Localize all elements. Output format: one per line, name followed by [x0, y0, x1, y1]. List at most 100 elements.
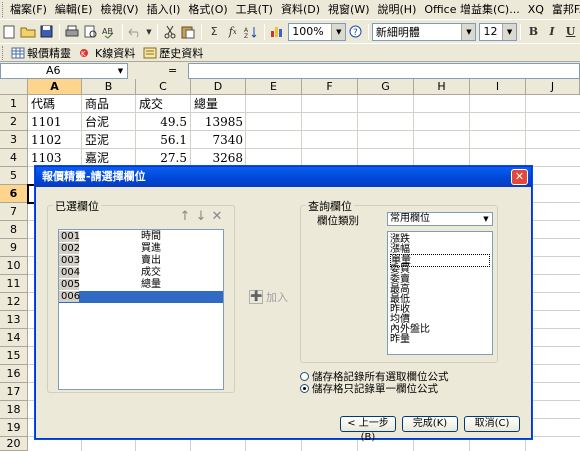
cell-a3[interactable]: 1102: [31, 131, 62, 149]
open-folder-icon[interactable]: [19, 22, 38, 42]
underline-button[interactable]: U: [561, 22, 580, 42]
save-icon[interactable]: [37, 22, 56, 42]
row-header[interactable]: 9: [0, 239, 28, 257]
sort-ascending-icon[interactable]: AZ: [242, 22, 261, 42]
selected-fields-list[interactable]: 001 時間 002 買進 003 賣出 004 成交 005 總量 006: [58, 229, 224, 390]
row-header[interactable]: 14: [0, 329, 28, 347]
back-button[interactable]: < 上一步(B): [340, 416, 396, 443]
row-header[interactable]: 20: [0, 437, 28, 451]
add-button[interactable]: ➕ 加入: [249, 289, 288, 305]
row-header[interactable]: 7: [0, 203, 28, 221]
print-preview-icon[interactable]: [81, 22, 100, 42]
quote-wizard-button[interactable]: 報價精靈: [7, 45, 75, 61]
available-fields-list[interactable]: 漲跌 漲幅 單量 委買 委賣 最高 最低 昨收 均價 內外盤比 昨量: [387, 231, 493, 355]
row-header[interactable]: 15: [0, 347, 28, 365]
cell-c3[interactable]: 56.1: [136, 131, 187, 149]
list-item[interactable]: 002 買進: [59, 243, 223, 255]
cancel-button[interactable]: 取消(C): [464, 416, 520, 432]
italic-button[interactable]: I: [543, 22, 562, 42]
list-item[interactable]: 昨量: [390, 334, 410, 345]
list-item[interactable]: 004 成交: [59, 267, 223, 279]
undo-icon[interactable]: [126, 22, 145, 42]
column-header-e[interactable]: E: [246, 79, 302, 95]
cell-d1[interactable]: 總量: [194, 95, 218, 113]
print-icon[interactable]: [63, 22, 82, 42]
row-header[interactable]: 19: [0, 419, 28, 437]
row-header[interactable]: 6: [0, 185, 28, 203]
cell-b3[interactable]: 亞泥: [85, 131, 109, 149]
chevron-down-icon[interactable]: ▼: [502, 23, 517, 40]
cut-icon[interactable]: [161, 22, 180, 42]
arrow-up-icon[interactable]: ↑: [177, 209, 193, 224]
cell-a2[interactable]: 1101: [31, 113, 62, 131]
font-size-select[interactable]: 12 ▼: [479, 22, 518, 41]
undo-dropdown-icon[interactable]: ▼: [144, 22, 153, 42]
dialog-title-bar[interactable]: 報價精靈-請選擇欄位 ✕: [36, 167, 531, 187]
list-item-selected[interactable]: 006: [59, 291, 223, 303]
delete-x-icon[interactable]: ✕: [209, 209, 225, 224]
radio-circle[interactable]: [300, 372, 309, 381]
chevron-down-icon[interactable]: ▼: [331, 23, 346, 40]
cell-c2[interactable]: 49.5: [136, 113, 187, 131]
spellcheck-icon[interactable]: AB: [100, 22, 119, 42]
arrow-down-icon[interactable]: ↓: [193, 209, 209, 224]
cell-a1[interactable]: 代碼: [31, 95, 55, 113]
chevron-down-icon[interactable]: ▼: [461, 23, 476, 40]
column-header-h[interactable]: H: [414, 79, 470, 95]
help-icon[interactable]: ?: [346, 22, 365, 42]
cell-b4[interactable]: 嘉泥: [85, 149, 109, 167]
cell-d4[interactable]: 3268: [191, 149, 243, 167]
row-header[interactable]: 11: [0, 275, 28, 293]
column-header-j[interactable]: J: [526, 79, 580, 95]
row-header[interactable]: 10: [0, 257, 28, 275]
menu-xq[interactable]: XQ: [524, 0, 548, 19]
list-item[interactable]: 003 賣出: [59, 255, 223, 267]
row-header[interactable]: 4: [0, 149, 28, 167]
menu-insert[interactable]: 插入(I): [143, 0, 185, 19]
row-header[interactable]: 13: [0, 311, 28, 329]
select-all-corner[interactable]: [0, 79, 28, 95]
chevron-down-icon[interactable]: ▼: [114, 64, 127, 78]
column-header-f[interactable]: F: [302, 79, 358, 95]
row-header[interactable]: 3: [0, 131, 28, 149]
column-header-i[interactable]: I: [470, 79, 526, 95]
menu-office-addins[interactable]: Office 增益集(C)...: [420, 0, 523, 19]
column-header-g[interactable]: G: [358, 79, 414, 95]
cell-c4[interactable]: 27.5: [136, 149, 187, 167]
list-item[interactable]: 001 時間: [59, 231, 223, 243]
column-header-d[interactable]: D: [191, 79, 246, 95]
menu-format[interactable]: 格式(O): [184, 0, 231, 19]
row-header[interactable]: 12: [0, 293, 28, 311]
cell-a4[interactable]: 1103: [31, 149, 62, 167]
zoom-select[interactable]: 100% ▼: [288, 22, 347, 41]
kline-data-button[interactable]: K K線資料: [75, 45, 139, 61]
menu-help[interactable]: 說明(H): [374, 0, 421, 19]
cell-d2[interactable]: 13985: [191, 113, 243, 131]
radio-circle-checked[interactable]: [300, 384, 309, 393]
column-header-b[interactable]: B: [82, 79, 136, 95]
autosum-icon[interactable]: Σ: [205, 22, 224, 42]
row-header[interactable]: 1: [0, 95, 28, 113]
cell-b2[interactable]: 台泥: [85, 113, 109, 131]
cell-b1[interactable]: 商品: [85, 95, 109, 113]
menu-edit[interactable]: 編輯(E): [51, 0, 97, 19]
menu-file[interactable]: 檔案(F): [6, 0, 51, 19]
formula-input[interactable]: [188, 63, 580, 79]
row-header[interactable]: 17: [0, 383, 28, 401]
function-icon[interactable]: fx: [223, 22, 242, 42]
chart-wizard-icon[interactable]: [268, 22, 287, 42]
menu-tools[interactable]: 工具(T): [232, 0, 277, 19]
finish-button[interactable]: 完成(K): [402, 416, 458, 432]
menu-window[interactable]: 視窗(W): [324, 0, 373, 19]
radio-single-field[interactable]: 儲存格只記錄單一欄位公式: [300, 381, 438, 396]
row-header[interactable]: 2: [0, 113, 28, 131]
paste-icon[interactable]: [179, 22, 198, 42]
new-file-icon[interactable]: [0, 22, 19, 42]
name-box[interactable]: A6 ▼: [0, 63, 128, 79]
row-header[interactable]: 16: [0, 365, 28, 383]
column-header-a[interactable]: A: [28, 79, 82, 95]
font-name-select[interactable]: 新細明體 ▼: [371, 22, 477, 41]
list-item[interactable]: 005 總量: [59, 279, 223, 291]
cell-d3[interactable]: 7340: [191, 131, 243, 149]
row-header[interactable]: 18: [0, 401, 28, 419]
